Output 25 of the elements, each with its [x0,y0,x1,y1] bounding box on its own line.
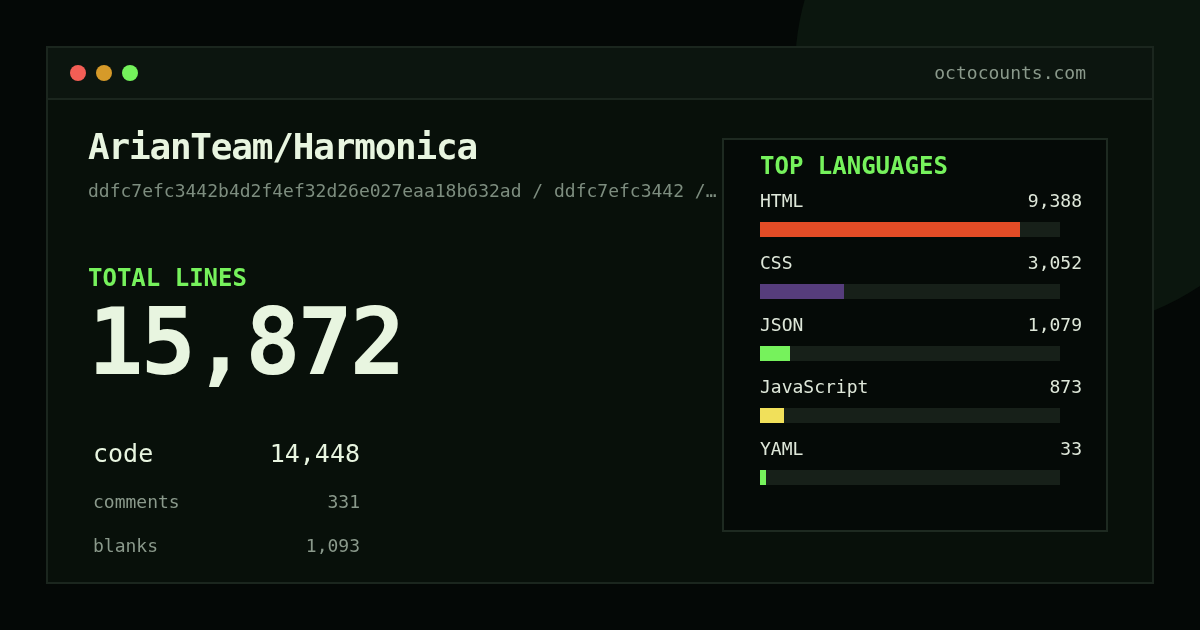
address-text: octocounts.com [934,61,1086,85]
language-count: 3,052 [1027,252,1082,274]
commit-path: ddfc7efc3442b4d2f4ef32d26e027eaa18b632ad / ddfc7efc3442 /… [88,179,717,203]
maximize-icon[interactable] [122,65,138,81]
language-name: HTML [760,190,804,212]
language-count: 873 [1049,376,1082,398]
total-lines-value: 15,872 [88,293,403,393]
language-name: CSS [760,252,793,274]
minimize-icon[interactable] [96,65,112,81]
stat-label: comments [93,490,180,514]
language-name: JavaScript [760,376,869,398]
panel-title: TOP LANGUAGES [760,152,949,180]
total-lines-label: TOTAL LINES [88,264,247,292]
language-name: YAML [760,438,804,460]
stat-label: code [93,438,154,470]
stat-value: 331 [327,490,360,514]
stat-label: blanks [93,534,159,558]
language-count: 1,079 [1027,314,1082,336]
stat-value: 14,448 [269,438,360,470]
repo-title: ArianTeam/Harmonica [88,125,477,169]
close-icon[interactable] [70,65,86,81]
language-count: 9,388 [1027,190,1082,212]
language-count: 33 [1060,438,1082,460]
stat-value: 1,093 [305,534,360,558]
language-name: JSON [760,314,804,336]
